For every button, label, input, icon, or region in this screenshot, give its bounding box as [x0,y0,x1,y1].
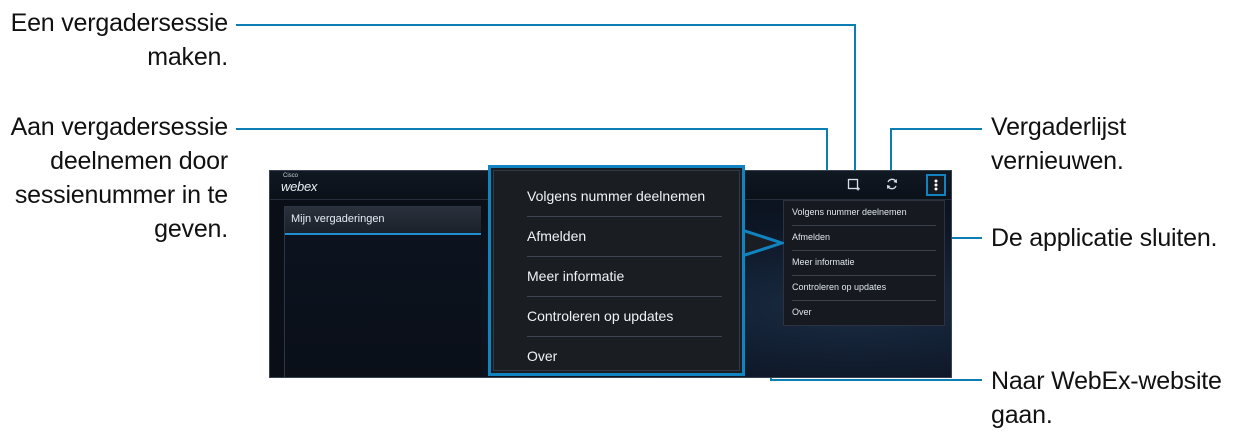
overflow-dropdown-menu: Volgens nummer deelnemen Afmelden Meer i… [783,200,945,326]
new-meeting-icon[interactable] [845,177,863,195]
zoomed-menu-item-label: Volgens nummer deelnemen [527,188,706,204]
menu-item-label: Over [792,307,812,317]
callout-refresh-line1: Vergaderlijst [991,113,1126,141]
zoomed-menu-item-check-updates[interactable]: Controleren op updates [494,297,741,336]
callout-join-line3: sessienummer in te [14,181,228,209]
zoomed-menu: Volgens nummer deelnemen Afmelden Meer i… [488,165,745,376]
callout-join-by-number: Aan vergadersessie deelnemen door sessie… [0,110,229,246]
webex-logo: webex [281,179,318,194]
leader-refresh-h [890,128,982,130]
callout-create-session-line1: Een vergadersessie [10,9,229,37]
callout-refresh-list: Vergaderlijst vernieuwen. [991,110,1126,178]
zoomed-menu-item-label: Meer informatie [527,268,625,284]
callout-create-session-line2: maken. [147,43,228,71]
zoomed-menu-item-sign-out[interactable]: Afmelden [494,217,741,256]
callout-join-line2: deelnemen door [50,147,228,175]
callout-website-line1: Naar WebEx-website [991,367,1222,395]
zoomed-menu-item-label: Afmelden [527,228,587,244]
sidebar-item-my-meetings[interactable]: Mijn vergaderingen [285,207,481,235]
menu-item-join-by-number[interactable]: Volgens nummer deelnemen [784,201,944,225]
zoomed-menu-item-join-by-number[interactable]: Volgens nummer deelnemen [494,177,741,216]
sidebar-item-label: Mijn vergaderingen [291,213,385,225]
leader-join-h [236,128,828,130]
leader-create-v [854,24,856,172]
callout-website: Naar WebEx-website gaan. [991,364,1222,432]
menu-item-more-info[interactable]: Meer informatie [784,251,944,275]
zoomed-menu-item-more-info[interactable]: Meer informatie [494,257,741,296]
zoomed-menu-item-label: Over [527,348,558,364]
callout-close-line1: De applicatie sluiten. [991,224,1218,252]
callout-refresh-line2: vernieuwen. [991,147,1124,175]
callout-join-line1: Aan vergadersessie [10,113,229,141]
menu-item-sign-out[interactable]: Afmelden [784,226,944,250]
menu-item-label: Controleren op updates [792,282,887,292]
zoomed-menu-inner: Volgens nummer deelnemen Afmelden Meer i… [493,170,740,371]
zoom-pointer-arrow [742,228,784,258]
callout-join-line4: geven. [154,215,228,243]
overflow-menu-icon[interactable] [926,174,946,196]
zoomed-menu-item-label: Controleren op updates [527,308,674,324]
callout-close-app: De applicatie sluiten. [991,221,1217,255]
menu-item-check-updates[interactable]: Controleren op updates [784,276,944,300]
refresh-icon[interactable] [883,177,901,195]
menu-item-label: Meer informatie [792,257,855,267]
sidebar: Mijn vergaderingen [284,206,482,377]
callout-create-session: Een vergadersessie maken. [0,6,229,74]
menu-item-label: Volgens nummer deelnemen [792,207,907,217]
zoomed-menu-item-about[interactable]: Over [494,337,741,376]
menu-item-label: Afmelden [792,232,831,242]
menu-item-about[interactable]: Over [784,301,944,325]
leader-website-h [770,379,982,381]
leader-refresh-v [890,128,892,172]
leader-create-h [236,24,856,26]
